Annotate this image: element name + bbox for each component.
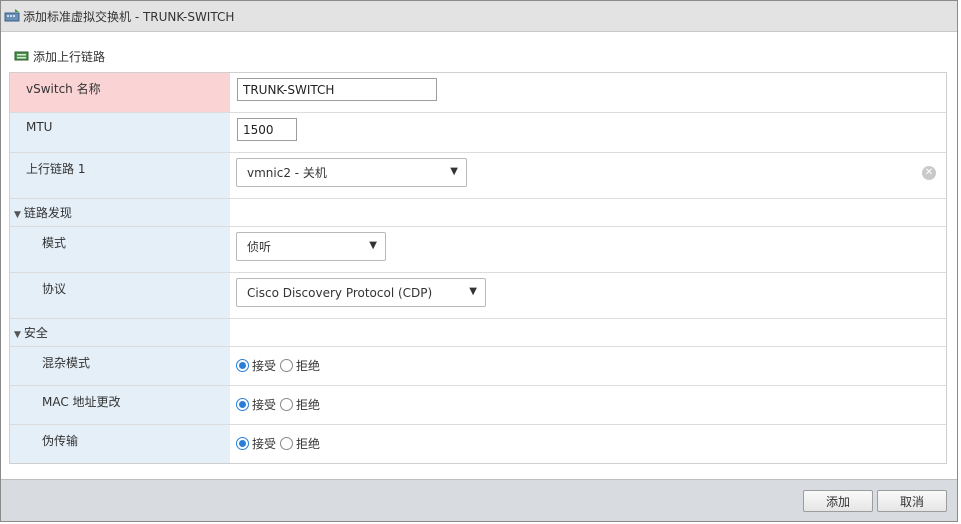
forged-transmits-radio-group: 接受 拒绝 (236, 435, 324, 452)
mac-change-row: MAC 地址更改 接受 拒绝 (10, 386, 946, 425)
link-discovery-group-header[interactable]: ▼ 链路发现 (10, 199, 230, 226)
security-group-row: ▼ 安全 (10, 319, 946, 347)
forged-transmits-accept-radio[interactable] (236, 437, 249, 450)
add-uplink-button[interactable]: 添加上行链路 (14, 46, 105, 66)
discovery-mode-row: 模式 侦听 ▼ (10, 227, 946, 273)
uplink-add-icon (14, 49, 30, 63)
dialog-footer: 添加 取消 (1, 479, 957, 521)
vswitch-icon (4, 9, 20, 23)
dropdown-arrow-icon: ▼ (450, 166, 458, 177)
promiscuous-reject-label[interactable]: 拒绝 (296, 357, 320, 374)
uplink1-row: 上行链路 1 vmnic2 - 关机 ▼ ✕ (10, 153, 946, 199)
mac-change-reject-label[interactable]: 拒绝 (296, 396, 320, 413)
discovery-protocol-select[interactable]: Cisco Discovery Protocol (CDP) ▼ (236, 278, 486, 307)
mac-change-reject-radio[interactable] (280, 398, 294, 411)
promiscuous-accept-label[interactable]: 接受 (252, 357, 276, 374)
promiscuous-label: 混杂模式 (10, 347, 230, 385)
discovery-protocol-selected-value: Cisco Discovery Protocol (CDP) (247, 285, 433, 300)
dropdown-arrow-icon: ▼ (469, 286, 477, 297)
discovery-protocol-row: 协议 Cisco Discovery Protocol (CDP) ▼ (10, 273, 946, 319)
forged-transmits-reject-radio[interactable] (280, 437, 294, 450)
add-uplink-label: 添加上行链路 (33, 49, 106, 64)
dialog-title: 添加标准虚拟交换机 - TRUNK-SWITCH (23, 9, 235, 24)
dropdown-arrow-icon: ▼ (369, 240, 377, 251)
promiscuous-radio-group: 接受 拒绝 (236, 357, 324, 374)
link-discovery-group-row: ▼ 链路发现 (10, 199, 946, 227)
forged-transmits-accept-label[interactable]: 接受 (252, 435, 276, 452)
add-button[interactable]: 添加 (803, 490, 873, 512)
forged-transmits-row: 伪传输 接受 拒绝 (10, 425, 946, 463)
security-group-header[interactable]: ▼ 安全 (10, 319, 230, 346)
dialog-titlebar: 添加标准虚拟交换机 - TRUNK-SWITCH (1, 1, 957, 32)
mac-change-radio-group: 接受 拒绝 (236, 396, 324, 413)
vswitch-name-input[interactable] (237, 78, 437, 101)
forged-transmits-reject-label[interactable]: 拒绝 (296, 435, 320, 452)
uplink1-label: 上行链路 1 (10, 153, 230, 198)
discovery-protocol-label: 协议 (10, 273, 230, 318)
promiscuous-row: 混杂模式 接受 拒绝 (10, 347, 946, 386)
clear-icon[interactable]: ✕ (922, 166, 936, 180)
mac-change-label: MAC 地址更改 (10, 386, 230, 424)
link-discovery-label: 链路发现 (23, 206, 72, 220)
triangle-down-icon: ▼ (14, 210, 21, 220)
promiscuous-reject-radio[interactable] (280, 359, 294, 372)
mtu-label: MTU (10, 113, 230, 152)
vswitch-name-row: vSwitch 名称 (10, 73, 946, 113)
triangle-down-icon: ▼ (14, 330, 21, 340)
cancel-button[interactable]: 取消 (877, 490, 947, 512)
discovery-mode-label: 模式 (10, 227, 230, 272)
mac-change-accept-radio[interactable] (236, 398, 249, 411)
mac-change-accept-label[interactable]: 接受 (252, 396, 276, 413)
security-label: 安全 (23, 326, 48, 340)
uplink1-select[interactable]: vmnic2 - 关机 ▼ (236, 158, 467, 187)
mtu-input[interactable] (237, 118, 297, 141)
discovery-mode-select[interactable]: 侦听 ▼ (236, 232, 386, 261)
mtu-row: MTU (10, 113, 946, 153)
uplink1-selected-value: vmnic2 - 关机 (247, 166, 327, 180)
vswitch-name-label: vSwitch 名称 (10, 73, 230, 112)
vswitch-settings-grid: vSwitch 名称 MTU 上行链路 1 vmnic2 - 关机 ▼ ✕ (9, 72, 947, 464)
promiscuous-accept-radio[interactable] (236, 359, 249, 372)
discovery-mode-selected-value: 侦听 (247, 240, 272, 254)
forged-transmits-label: 伪传输 (10, 425, 230, 463)
add-vswitch-dialog: 添加标准虚拟交换机 - TRUNK-SWITCH 添加上行链路 vSwitch … (0, 0, 958, 522)
